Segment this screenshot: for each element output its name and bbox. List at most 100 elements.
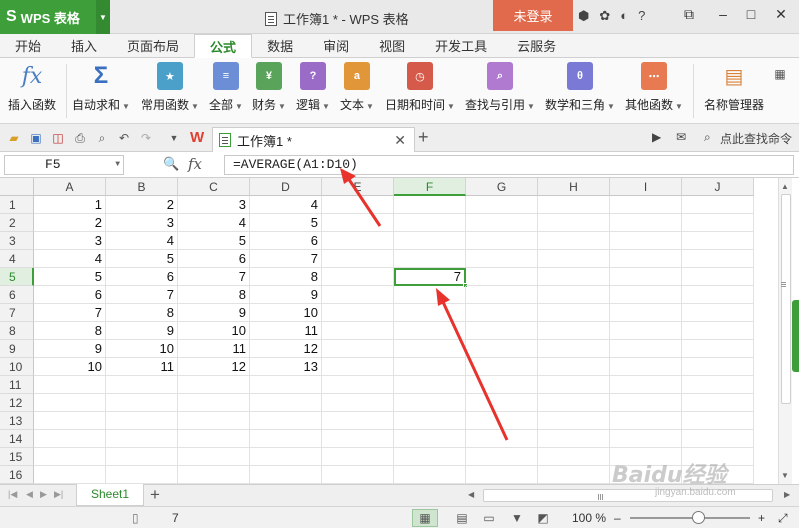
cell-I13[interactable] xyxy=(610,412,682,430)
zoom-formula-icon[interactable]: 🔍 xyxy=(163,156,179,172)
cell-H13[interactable] xyxy=(538,412,610,430)
row-header-11[interactable]: 11 xyxy=(0,376,34,394)
column-header-C[interactable]: C xyxy=(178,178,250,196)
cell-C11[interactable] xyxy=(178,376,250,394)
cell-C3[interactable]: 5 xyxy=(178,232,250,250)
cell-C9[interactable]: 11 xyxy=(178,340,250,358)
cell-H7[interactable] xyxy=(538,304,610,322)
cell-J10[interactable] xyxy=(682,358,754,376)
menu-tab-4[interactable]: 数据 xyxy=(252,33,308,57)
cell-H16[interactable] xyxy=(538,466,610,484)
cell-D5[interactable]: 8 xyxy=(250,268,322,286)
cell-H9[interactable] xyxy=(538,340,610,358)
cell-B9[interactable]: 10 xyxy=(106,340,178,358)
row-header-14[interactable]: 14 xyxy=(0,430,34,448)
zoom-slider[interactable] xyxy=(630,517,750,519)
cell-H6[interactable] xyxy=(538,286,610,304)
cell-E9[interactable] xyxy=(322,340,394,358)
cell-H5[interactable] xyxy=(538,268,610,286)
sheet-tab-sheet1[interactable]: Sheet1 xyxy=(76,484,144,506)
cell-C8[interactable]: 10 xyxy=(178,322,250,340)
cell-E2[interactable] xyxy=(322,214,394,232)
menu-tab-6[interactable]: 视图 xyxy=(364,33,420,57)
cell-B10[interactable]: 11 xyxy=(106,358,178,376)
row-header-9[interactable]: 9 xyxy=(0,340,34,358)
cell-D9[interactable]: 12 xyxy=(250,340,322,358)
cell-D3[interactable]: 6 xyxy=(250,232,322,250)
cell-H8[interactable] xyxy=(538,322,610,340)
cell-I14[interactable] xyxy=(610,430,682,448)
eye-protection-button[interactable]: ◩ xyxy=(530,509,556,527)
maximize-icon[interactable]: □ xyxy=(740,6,762,22)
cell-I12[interactable] xyxy=(610,394,682,412)
first-sheet-icon[interactable]: |◀ xyxy=(8,489,17,500)
row-header-8[interactable]: 8 xyxy=(0,322,34,340)
cell-F14[interactable] xyxy=(394,430,466,448)
menu-tab-5[interactable]: 审阅 xyxy=(308,33,364,57)
scroll-up-icon[interactable]: ▲ xyxy=(781,182,789,191)
common-functions-button[interactable]: ★ 常用函数 ▼ xyxy=(141,62,199,113)
cell-G1[interactable] xyxy=(466,196,538,214)
cell-A8[interactable]: 8 xyxy=(34,322,106,340)
grid-settings-icon[interactable]: ▦ xyxy=(772,66,788,82)
cell-D6[interactable]: 9 xyxy=(250,286,322,304)
name-manager-button[interactable]: ▤ 名称管理器 xyxy=(704,62,764,113)
cell-J13[interactable] xyxy=(682,412,754,430)
cell-F8[interactable] xyxy=(394,322,466,340)
vertical-scroll-thumb[interactable] xyxy=(781,194,791,404)
cell-C12[interactable] xyxy=(178,394,250,412)
cell-G3[interactable] xyxy=(466,232,538,250)
cell-E15[interactable] xyxy=(322,448,394,466)
cell-A15[interactable] xyxy=(34,448,106,466)
customize-toolbar-icon[interactable]: ▼ xyxy=(166,130,182,146)
normal-view-button[interactable]: ▦ xyxy=(412,509,438,527)
cell-E14[interactable] xyxy=(322,430,394,448)
cell-E16[interactable] xyxy=(322,466,394,484)
cell-B2[interactable]: 3 xyxy=(106,214,178,232)
last-sheet-icon[interactable]: ▶| xyxy=(54,489,63,500)
restore-window-icon[interactable]: ⧉ xyxy=(678,6,700,23)
cell-G12[interactable] xyxy=(466,394,538,412)
cell-F11[interactable] xyxy=(394,376,466,394)
cell-D16[interactable] xyxy=(250,466,322,484)
cell-H11[interactable] xyxy=(538,376,610,394)
vertical-scrollbar[interactable]: ▲ ▼ xyxy=(778,178,792,484)
new-tab-icon[interactable]: + xyxy=(418,127,429,148)
math-functions-button[interactable]: θ 数学和三角 ▼ xyxy=(545,62,615,113)
cell-G7[interactable] xyxy=(466,304,538,322)
cell-G14[interactable] xyxy=(466,430,538,448)
close-tab-icon[interactable]: ✕ xyxy=(394,132,406,149)
cell-J3[interactable] xyxy=(682,232,754,250)
cell-E3[interactable] xyxy=(322,232,394,250)
cell-E5[interactable] xyxy=(322,268,394,286)
save-icon[interactable]: ▣ xyxy=(28,130,44,146)
cell-J11[interactable] xyxy=(682,376,754,394)
print-icon[interactable]: ⎙ xyxy=(72,130,88,146)
column-header-J[interactable]: J xyxy=(682,178,754,196)
find-command-label[interactable]: 点此查找命令 xyxy=(720,130,792,147)
row-header-15[interactable]: 15 xyxy=(0,448,34,466)
datetime-functions-button[interactable]: ◷ 日期和时间 ▼ xyxy=(385,62,455,113)
column-header-I[interactable]: I xyxy=(610,178,682,196)
help-icon[interactable]: ? xyxy=(638,8,645,24)
cell-F10[interactable] xyxy=(394,358,466,376)
cell-G9[interactable] xyxy=(466,340,538,358)
other-functions-button[interactable]: ⋯ 其他函数 ▼ xyxy=(625,62,683,113)
cell-G8[interactable] xyxy=(466,322,538,340)
cell-B6[interactable]: 7 xyxy=(106,286,178,304)
cell-G15[interactable] xyxy=(466,448,538,466)
cell-F13[interactable] xyxy=(394,412,466,430)
row-header-13[interactable]: 13 xyxy=(0,412,34,430)
redo-icon[interactable]: ↷ xyxy=(138,130,154,146)
cell-A14[interactable] xyxy=(34,430,106,448)
all-functions-button[interactable]: ≡ 全部 ▼ xyxy=(209,62,243,113)
cell-I9[interactable] xyxy=(610,340,682,358)
cell-D15[interactable] xyxy=(250,448,322,466)
cell-C14[interactable] xyxy=(178,430,250,448)
cell-B8[interactable]: 9 xyxy=(106,322,178,340)
cell-I3[interactable] xyxy=(610,232,682,250)
cell-G11[interactable] xyxy=(466,376,538,394)
finance-functions-button[interactable]: ¥ 财务 ▼ xyxy=(252,62,286,113)
zoom-in-icon[interactable]: + xyxy=(758,511,765,525)
cell-D7[interactable]: 10 xyxy=(250,304,322,322)
